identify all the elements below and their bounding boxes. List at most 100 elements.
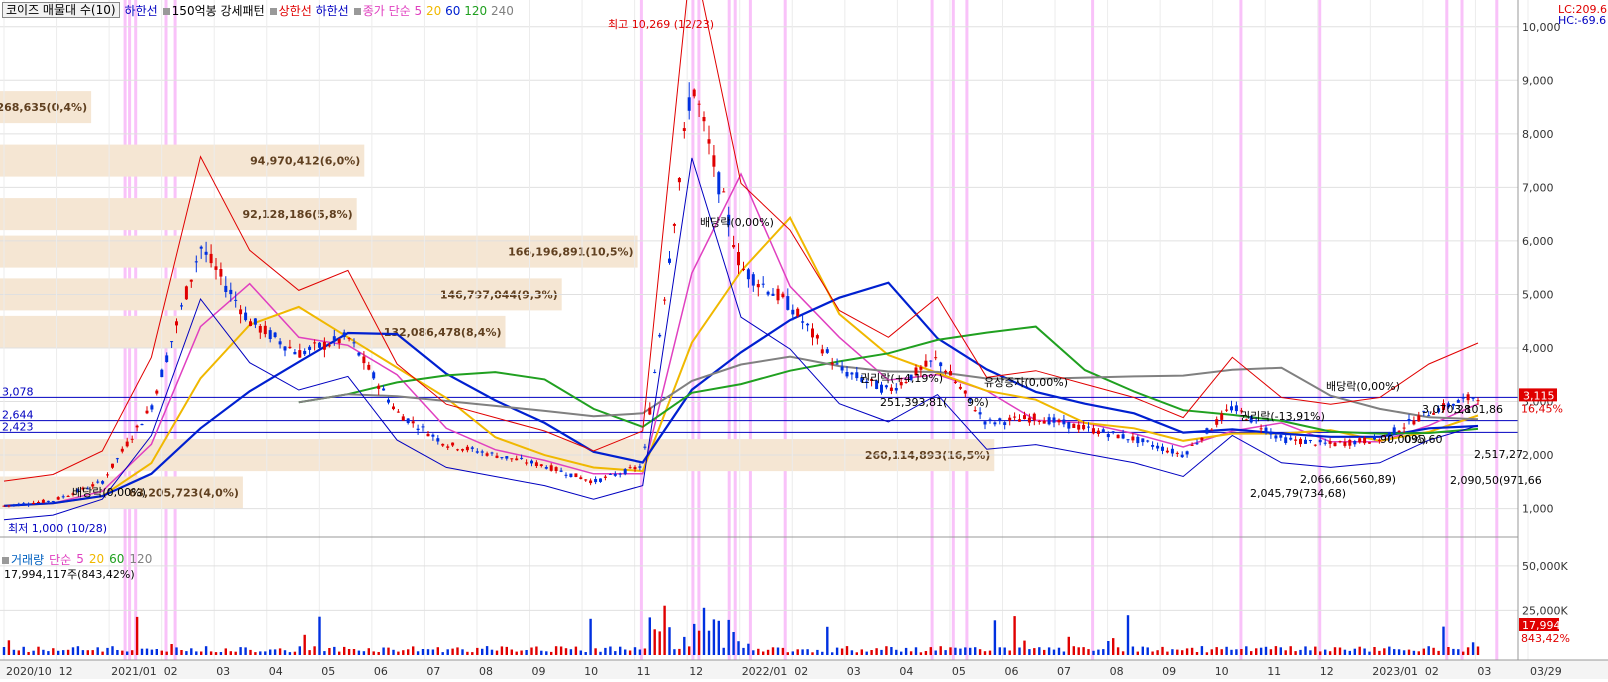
- volume-bar: [870, 650, 873, 655]
- chart-annotation: 2,517,27: [1474, 448, 1523, 461]
- volume-bar: [126, 651, 129, 655]
- legend-ma[interactable]: 종가 단순 5 20 60 120 240: [353, 2, 514, 19]
- candle-body: [431, 434, 435, 437]
- candle-body: [633, 467, 637, 470]
- candle-body: [988, 419, 992, 421]
- candle-body: [589, 480, 593, 484]
- legend-pattern[interactable]: 150억봉 강세패턴: [162, 2, 265, 19]
- volume-bar: [1348, 650, 1351, 655]
- candle-body: [1047, 417, 1051, 425]
- candle-body: [722, 191, 726, 193]
- candle-body: [663, 299, 667, 301]
- volume-bar: [204, 646, 208, 655]
- volume-bar: [116, 650, 119, 655]
- volume-bar: [180, 650, 183, 655]
- candle-body: [1190, 444, 1194, 446]
- volume-bar: [1353, 648, 1356, 655]
- volume-bar: [1235, 649, 1238, 655]
- candle-body: [786, 296, 790, 310]
- candle-body: [1057, 419, 1061, 423]
- candle-body: [229, 289, 233, 295]
- volume-bar: [697, 630, 701, 655]
- candle-body: [189, 279, 193, 282]
- hc-indicator: HC:-69.6: [1558, 14, 1607, 27]
- x-tick-label: 2020/10: [6, 665, 52, 678]
- candle-body: [273, 332, 277, 337]
- candle-body: [465, 446, 469, 451]
- candle-body: [1008, 417, 1012, 421]
- volume-profile-label: 166,196,891(10,5%): [508, 246, 633, 259]
- volume-bar: [407, 649, 410, 655]
- volume-bar: [1072, 646, 1075, 655]
- candle-body: [1234, 405, 1238, 412]
- candle-body: [140, 424, 144, 426]
- legend-envelope[interactable]: 상한선 하한선: [269, 2, 349, 19]
- candle-body: [796, 308, 800, 317]
- volume-bar: [17, 650, 20, 655]
- volume-bar: [579, 650, 582, 655]
- volume-bar: [554, 646, 558, 655]
- volume-bar: [993, 620, 997, 655]
- volume-bar: [1328, 651, 1332, 655]
- candle-body: [1175, 452, 1179, 454]
- volume-bar: [1471, 642, 1475, 655]
- candle-body: [534, 462, 538, 466]
- volume-bar: [1185, 648, 1189, 655]
- candle-body: [608, 473, 612, 475]
- candle-body: [1170, 448, 1174, 454]
- event-bar: [965, 0, 969, 660]
- candle-body: [1205, 428, 1209, 434]
- volume-bar: [308, 650, 311, 655]
- candle-body: [707, 139, 711, 144]
- x-tick-label: 08: [479, 665, 493, 678]
- candle-body: [401, 416, 405, 421]
- legend-ma-5: 5: [414, 3, 423, 18]
- volume-label[interactable]: 거래량: [2, 551, 44, 568]
- chart-canvas[interactable]: 6,268,635(0,4%)94,970,412(6,0%)92,128,18…: [0, 0, 1608, 679]
- x-tick-label: 03/29: [1530, 665, 1562, 678]
- volume-badge-pct: 843,42%: [1521, 632, 1570, 645]
- chart-annotation: 3,101,86: [1454, 403, 1503, 416]
- candle-body: [22, 503, 26, 505]
- volume-bar: [426, 649, 430, 655]
- candle-body: [322, 342, 326, 350]
- x-tick-label: 07: [1057, 665, 1071, 678]
- candle-body: [446, 446, 450, 448]
- volume-bar: [762, 651, 765, 655]
- volume-bar: [628, 650, 632, 655]
- volume-bar: [47, 651, 50, 655]
- candle-body: [712, 155, 716, 167]
- candle-body: [495, 455, 499, 458]
- stock-chart[interactable]: 6,268,635(0,4%)94,970,412(6,0%)92,128,18…: [0, 0, 1608, 679]
- y-tick-label: 2,000: [1522, 449, 1554, 462]
- x-tick-label: 02: [164, 665, 178, 678]
- candle-body: [1348, 439, 1352, 446]
- candle-body: [396, 411, 400, 413]
- candle-body: [293, 352, 297, 355]
- candle-body: [1013, 416, 1017, 418]
- legend-lower-band[interactable]: 하한선: [125, 2, 158, 19]
- volume-bar: [535, 646, 538, 655]
- event-bar: [1445, 0, 1449, 660]
- volume-bar: [1052, 649, 1056, 655]
- volume-bar: [1274, 646, 1278, 655]
- volume-bar: [1314, 646, 1317, 655]
- volume-ma-label[interactable]: 단순: [49, 551, 71, 568]
- candle-body: [889, 387, 893, 391]
- candle-body: [1294, 439, 1298, 441]
- volume-bar: [91, 650, 94, 655]
- x-tick-label: 03: [216, 665, 230, 678]
- volume-bar: [1462, 651, 1465, 655]
- candle-body: [150, 405, 154, 410]
- volume-tick-label: 25,000K: [1522, 604, 1568, 617]
- volume-bar: [801, 649, 804, 655]
- chart-title[interactable]: 코이즈 매물대 수(10): [2, 2, 120, 18]
- candle-body: [12, 504, 16, 506]
- volume-bar: [1067, 636, 1070, 655]
- price-legend: 코이즈 매물대 수(10) 하한선 150억봉 강세패턴 상한선 하한선 종가 …: [2, 2, 514, 18]
- volume-bar: [1028, 649, 1031, 655]
- candle-body: [46, 500, 50, 502]
- candle-body: [224, 285, 228, 292]
- volume-bar: [209, 651, 213, 655]
- candle-body: [618, 473, 622, 475]
